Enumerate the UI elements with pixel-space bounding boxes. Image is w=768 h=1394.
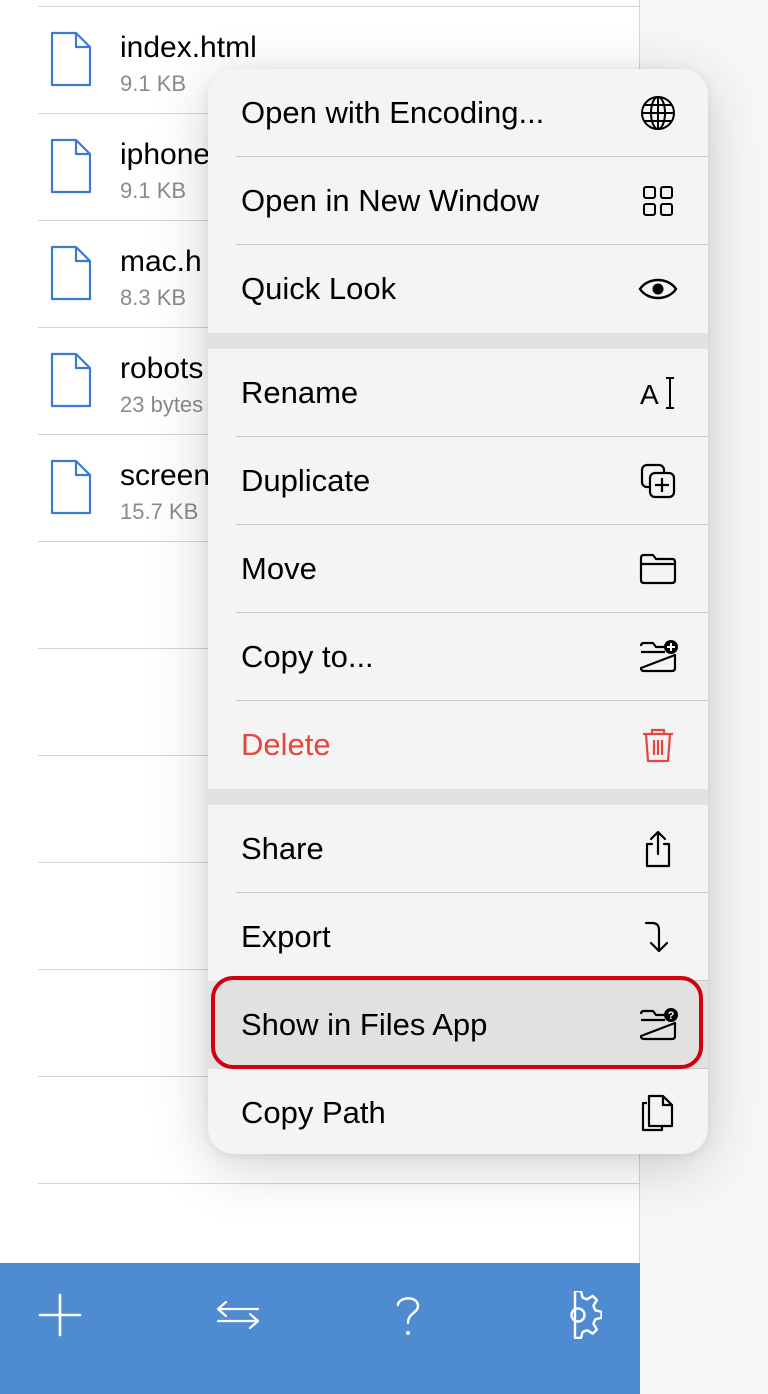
trash-icon <box>643 728 673 763</box>
duplicate-plus-icon <box>640 463 676 499</box>
highlight-annotation <box>211 976 703 1069</box>
menu-item-label: Copy Path <box>241 1095 386 1130</box>
svg-text:A: A <box>640 379 659 410</box>
help-icon[interactable] <box>384 1291 432 1339</box>
plus-icon[interactable] <box>36 1291 84 1339</box>
menu-item-copy-path[interactable]: Copy Path <box>208 1069 708 1154</box>
menu-item-label: Copy to... <box>241 639 374 674</box>
eye-icon <box>638 278 678 300</box>
menu-section-gap <box>208 789 708 805</box>
menu-item-label: Move <box>241 551 317 586</box>
menu-item-quick-look[interactable]: Quick Look <box>208 245 708 333</box>
file-size: 23 bytes <box>120 392 204 417</box>
share-icon <box>645 830 671 868</box>
gear-icon[interactable] <box>554 1291 602 1339</box>
document-icon <box>50 459 92 515</box>
grid-icon <box>643 186 673 216</box>
menu-item-copy-to[interactable]: Copy to... <box>208 613 708 701</box>
file-name: index.html <box>120 31 257 64</box>
menu-item-label: Export <box>241 919 331 954</box>
menu-item-duplicate[interactable]: Duplicate <box>208 437 708 525</box>
document-icon <box>50 352 92 408</box>
menu-item-label: Open in New Window <box>241 183 540 218</box>
list-divider <box>38 1183 640 1184</box>
document-icon <box>50 138 92 194</box>
document-icon <box>50 31 92 87</box>
menu-item-label: Duplicate <box>241 463 371 498</box>
menu-item-export[interactable]: Export <box>208 893 708 981</box>
folder-icon <box>639 553 677 585</box>
rename-text-cursor-icon: A <box>640 377 674 410</box>
menu-item-share[interactable]: Share <box>208 805 708 893</box>
copy-documents-icon <box>641 1094 674 1132</box>
menu-item-open-with-encoding[interactable]: Open with Encoding... <box>208 69 708 157</box>
file-name: robots <box>120 352 204 385</box>
file-size: 9.1 KB <box>120 71 187 96</box>
file-name: screen <box>120 459 211 492</box>
menu-item-label: Open with Encoding... <box>241 95 545 130</box>
file-size: 8.3 KB <box>120 285 187 310</box>
menu-item-label: Delete <box>241 727 331 762</box>
file-size: 15.7 KB <box>120 499 199 524</box>
menu-item-move[interactable]: Move <box>208 525 708 613</box>
file-name: mac.h <box>120 245 202 278</box>
swap-arrows-icon[interactable] <box>214 1291 262 1339</box>
menu-item-label: Share <box>241 831 324 866</box>
menu-item-label: Quick Look <box>241 271 397 306</box>
menu-item-rename[interactable]: Rename A <box>208 349 708 437</box>
menu-item-delete[interactable]: Delete <box>208 701 708 789</box>
bottom-toolbar <box>0 1263 640 1394</box>
globe-icon <box>641 96 675 130</box>
file-name: iphone <box>120 138 211 171</box>
menu-section-gap <box>208 333 708 349</box>
document-icon <box>50 245 92 301</box>
folder-plus-icon <box>639 640 678 673</box>
arrow-turn-down-icon <box>644 921 669 953</box>
menu-item-open-in-new-window[interactable]: Open in New Window <box>208 157 708 245</box>
menu-item-label: Rename <box>241 375 359 410</box>
file-size: 9.1 KB <box>120 178 187 203</box>
